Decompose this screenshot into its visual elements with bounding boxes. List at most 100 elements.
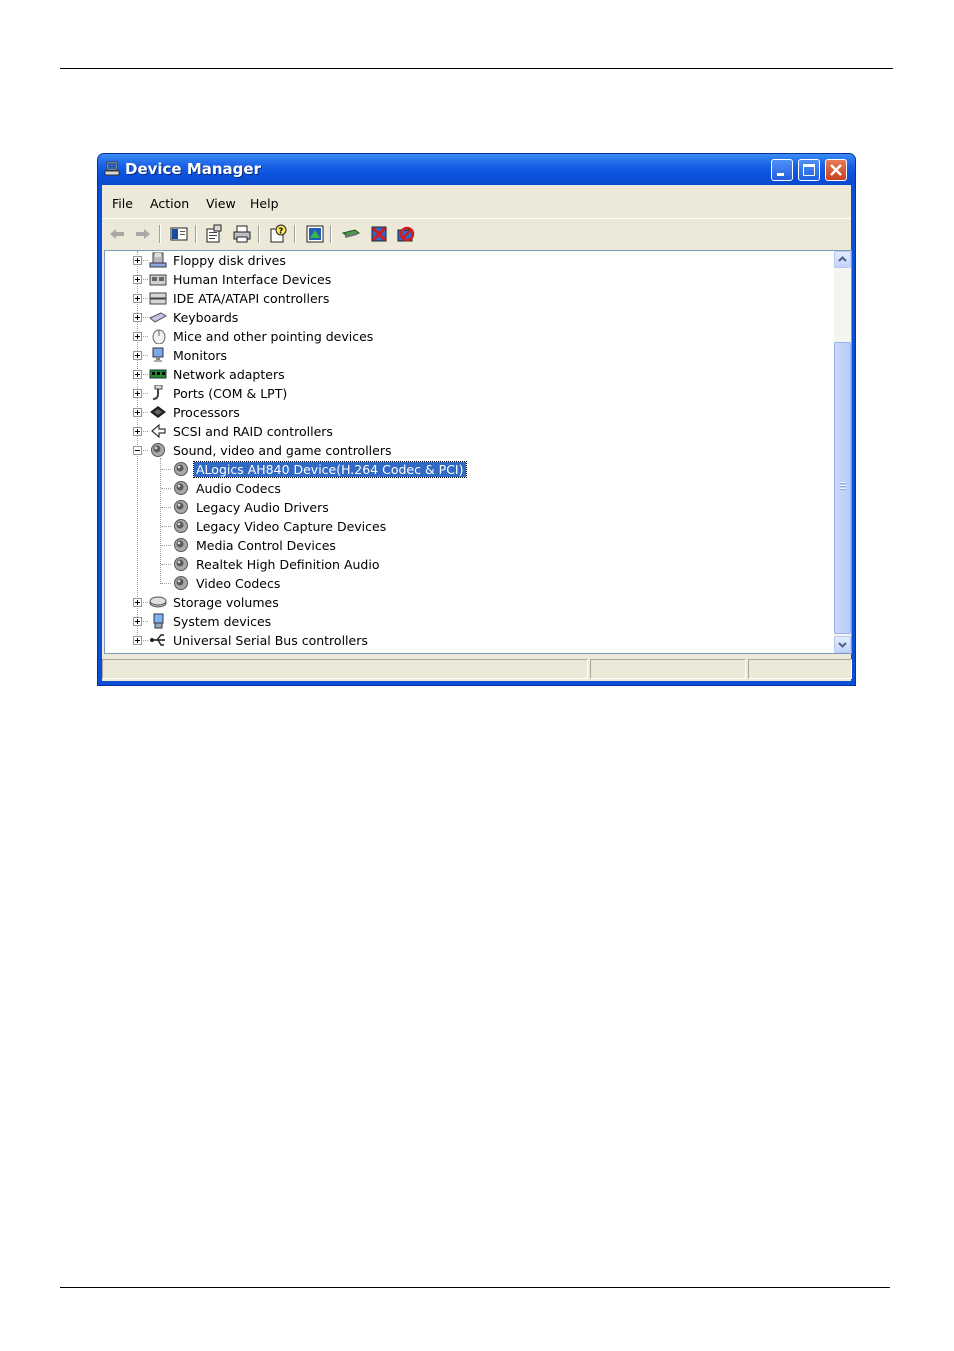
scroll-grip xyxy=(840,482,846,484)
device-manager-icon xyxy=(104,161,120,176)
forward-icon[interactable] xyxy=(133,224,153,244)
speaker-icon xyxy=(174,519,188,533)
expand-icon[interactable] xyxy=(133,408,142,417)
vertical-scrollbar[interactable] xyxy=(834,251,851,653)
expand-icon[interactable] xyxy=(133,351,142,360)
expand-icon[interactable] xyxy=(133,370,142,379)
print-icon[interactable] xyxy=(232,224,252,244)
speaker-icon xyxy=(174,538,188,552)
menu-action[interactable]: Action xyxy=(150,196,189,211)
tree-item-label: Realtek High Definition Audio xyxy=(196,557,380,572)
status-panel-main xyxy=(102,659,588,679)
ide-controller-icon xyxy=(149,292,167,305)
tree-child-item[interactable]: Legacy Video Capture Devices xyxy=(105,517,825,536)
show-hide-tree-icon[interactable] xyxy=(169,224,189,244)
tree-child-item[interactable]: Realtek High Definition Audio xyxy=(105,555,825,574)
status-panel-2 xyxy=(590,659,746,679)
tree-category-item[interactable]: Universal Serial Bus controllers xyxy=(105,631,825,650)
expand-icon[interactable] xyxy=(133,389,142,398)
tree-category-item[interactable]: System devices xyxy=(105,612,825,631)
tree-category-item[interactable]: Keyboards xyxy=(105,308,825,327)
tree-item-label: Ports (COM & LPT) xyxy=(173,386,288,401)
mouse-icon xyxy=(152,329,166,344)
expand-icon[interactable] xyxy=(133,636,142,645)
maximize-button[interactable] xyxy=(798,159,820,181)
tree-item-label: Sound, video and game controllers xyxy=(173,443,392,458)
properties-icon[interactable] xyxy=(204,224,224,244)
close-icon xyxy=(830,164,842,176)
menu-file[interactable]: File xyxy=(112,196,133,211)
tree-category-item[interactable]: Processors xyxy=(105,403,825,422)
minimize-button[interactable] xyxy=(771,159,793,181)
tree-child-item[interactable]: Video Codecs xyxy=(105,574,825,593)
help-icon[interactable]: ? xyxy=(268,224,288,244)
tree-category-item[interactable]: Monitors xyxy=(105,346,825,365)
tree-connector xyxy=(161,488,171,489)
tree-category-item[interactable]: Storage volumes xyxy=(105,593,825,612)
scan-hardware-icon[interactable] xyxy=(341,224,361,244)
disable-icon[interactable] xyxy=(396,224,416,244)
speaker-icon xyxy=(174,462,188,476)
menu-view[interactable]: View xyxy=(206,196,236,211)
expand-icon[interactable] xyxy=(133,598,142,607)
scsi-icon xyxy=(151,423,166,439)
expand-icon[interactable] xyxy=(133,294,142,303)
back-icon[interactable] xyxy=(107,224,127,244)
collapse-icon[interactable] xyxy=(133,446,142,455)
tree-item-label: Processors xyxy=(173,405,240,420)
window-client-area: File Action View Help ? Floppy disk driv… xyxy=(102,185,852,681)
tree-item-label: Storage volumes xyxy=(173,595,279,610)
update-driver-icon[interactable] xyxy=(305,224,325,244)
tree-category-item[interactable]: Floppy disk drives xyxy=(105,251,825,270)
expand-icon[interactable] xyxy=(133,256,142,265)
tree-item-label: Monitors xyxy=(173,348,228,363)
menu-bar: File Action View Help xyxy=(102,189,851,215)
tree-category-item[interactable]: Ports (COM & LPT) xyxy=(105,384,825,403)
tree-child-item[interactable]: Legacy Audio Drivers xyxy=(105,498,825,517)
expand-icon[interactable] xyxy=(133,617,142,626)
tree-category-item[interactable]: SCSI and RAID controllers xyxy=(105,422,825,441)
chevron-down-icon xyxy=(838,642,847,648)
tree-category-item[interactable]: Sound, video and game controllers xyxy=(105,441,825,460)
scroll-grip xyxy=(840,488,846,490)
system-device-icon xyxy=(153,613,164,629)
status-panel-3 xyxy=(748,659,852,679)
toolbar-separator xyxy=(159,225,161,243)
floppy-drive-icon xyxy=(149,252,167,268)
page-bottom-rule xyxy=(60,1287,890,1288)
tree-connector xyxy=(161,469,171,470)
scroll-thumb[interactable] xyxy=(834,342,851,634)
speaker-icon xyxy=(174,557,188,571)
tree-item-label: Legacy Video Capture Devices xyxy=(196,519,387,534)
tree-child-item[interactable]: Audio Codecs xyxy=(105,479,825,498)
tree-item-label: SCSI and RAID controllers xyxy=(173,424,333,439)
tree-child-item[interactable]: ALogics AH840 Device(H.264 Codec & PCI) xyxy=(105,460,825,479)
close-button[interactable] xyxy=(825,159,847,181)
tree-category-item[interactable]: Network adapters xyxy=(105,365,825,384)
scroll-up-button[interactable] xyxy=(834,251,851,268)
expand-icon[interactable] xyxy=(133,427,142,436)
window-title: Device Manager xyxy=(125,160,261,178)
tree-item-label: ALogics AH840 Device(H.264 Codec & PCI) xyxy=(193,461,467,478)
tree-category-item[interactable]: Mice and other pointing devices xyxy=(105,327,825,346)
uninstall-icon[interactable] xyxy=(369,224,389,244)
expand-icon[interactable] xyxy=(133,332,142,341)
processor-icon xyxy=(150,406,166,418)
expand-icon[interactable] xyxy=(133,313,142,322)
tree-connector xyxy=(161,526,171,527)
tree-category-item[interactable]: Human Interface Devices xyxy=(105,270,825,289)
network-adapter-icon xyxy=(149,369,167,379)
tree-item-label: Floppy disk drives xyxy=(173,253,286,268)
scroll-down-button[interactable] xyxy=(834,636,851,653)
expand-icon[interactable] xyxy=(133,275,142,284)
tree-child-item[interactable]: Media Control Devices xyxy=(105,536,825,555)
tree-connector xyxy=(161,507,171,508)
menu-help[interactable]: Help xyxy=(250,196,279,211)
tree-item-label: Mice and other pointing devices xyxy=(173,329,374,344)
tree-item-label: Universal Serial Bus controllers xyxy=(173,633,368,648)
title-bar[interactable]: Device Manager xyxy=(98,154,855,185)
toolbar-separator xyxy=(195,225,197,243)
tree-category-item[interactable]: IDE ATA/ATAPI controllers xyxy=(105,289,825,308)
tree-item-label: Human Interface Devices xyxy=(173,272,332,287)
scroll-grip xyxy=(840,485,846,487)
